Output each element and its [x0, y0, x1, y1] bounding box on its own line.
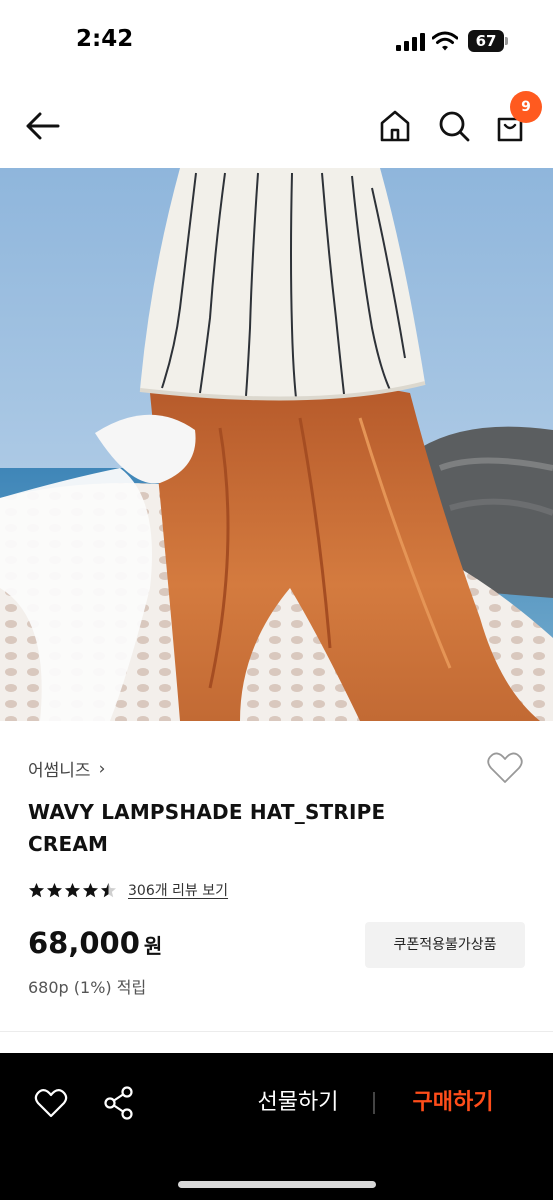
cart-count-badge: 9 [510, 91, 542, 123]
battery-level: 67 [475, 32, 497, 50]
price: 68,000 원 [28, 926, 162, 960]
star-full-icon [29, 882, 44, 897]
header: 9 [0, 84, 553, 168]
home-indicator [178, 1181, 376, 1188]
reviews-link[interactable]: 306개 리뷰 보기 [128, 880, 228, 900]
signal-icon [396, 33, 425, 51]
wishlist-heart-icon[interactable] [34, 1087, 68, 1119]
battery-icon: 67 [468, 30, 508, 52]
search-icon[interactable] [434, 106, 474, 146]
rating-row: 306개 리뷰 보기 [28, 880, 228, 900]
buy-button[interactable]: 구매하기 [398, 1083, 508, 1123]
product-image-carousel[interactable] [0, 168, 553, 721]
price-value: 68,000 [28, 926, 140, 960]
star-full-icon [47, 882, 62, 897]
rating-stars [28, 882, 118, 899]
coupon-status-badge: 쿠폰적용불가상품 [365, 922, 525, 968]
divider [0, 1031, 553, 1032]
star-full-icon [83, 882, 98, 897]
status-bar: 2:42 67 [0, 0, 553, 84]
bar-divider [373, 1092, 375, 1114]
bottom-action-bar: 선물하기 구매하기 [0, 1053, 553, 1200]
gift-button[interactable]: 선물하기 [246, 1083, 350, 1123]
wifi-icon [432, 31, 458, 51]
star-half-icon [101, 882, 116, 897]
points-info: 680p (1%) 적립 [28, 978, 147, 997]
product-image [0, 168, 553, 721]
brand-link[interactable]: 어썸니즈 › [28, 756, 106, 782]
share-icon[interactable] [102, 1085, 136, 1121]
product-title: WAVY LAMPSHADE HAT_STRIPE CREAM [28, 800, 386, 856]
status-time: 2:42 [76, 26, 134, 52]
home-icon[interactable] [375, 106, 415, 146]
star-full-icon [65, 882, 80, 897]
brand-name: 어썸니즈 [28, 761, 91, 781]
back-arrow-icon[interactable] [22, 106, 64, 146]
chevron-right-icon: › [98, 758, 106, 779]
wishlist-heart-icon[interactable] [486, 750, 524, 786]
price-unit: 원 [143, 934, 163, 958]
